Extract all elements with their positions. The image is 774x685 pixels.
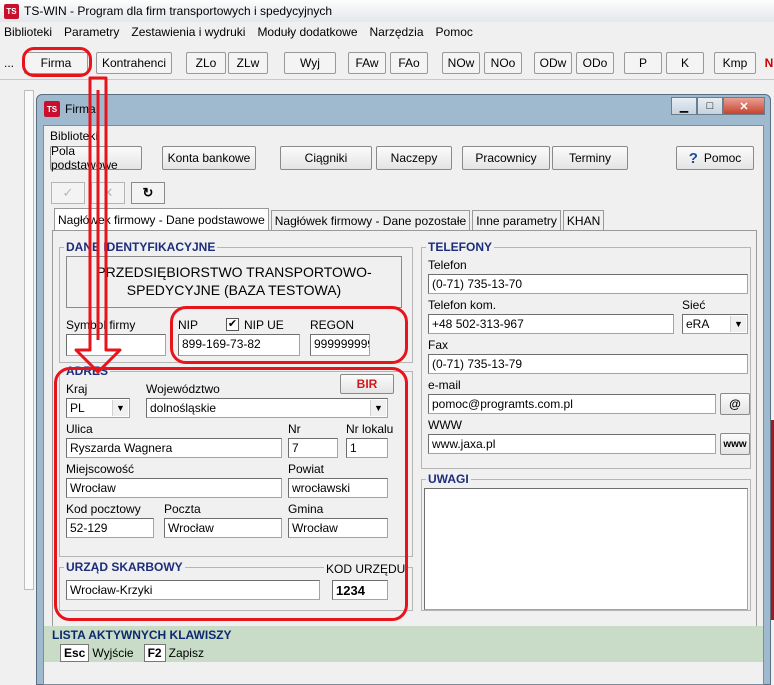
arrow-annotation bbox=[74, 76, 122, 374]
